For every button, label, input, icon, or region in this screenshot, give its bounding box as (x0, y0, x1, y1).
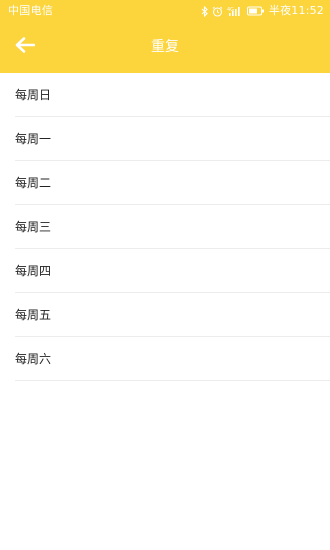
status-time: 半夜11:52 (268, 4, 324, 17)
status-icons: 4G 半夜11:52 (201, 0, 324, 22)
battery-icon (246, 0, 265, 22)
list-item[interactable]: 每周六 (0, 337, 330, 381)
divider (15, 380, 330, 381)
repeat-day-list: 每周日每周一每周二每周三每周四每周五每周六 (0, 73, 330, 381)
list-item-label: 每周四 (15, 264, 52, 278)
alarm-icon (212, 0, 223, 22)
bluetooth-icon (201, 0, 208, 22)
list-item-label: 每周三 (15, 220, 52, 234)
page-title: 重复 (151, 39, 179, 55)
list-item[interactable]: 每周日 (0, 73, 330, 117)
carrier-name: 中国电信 (8, 4, 54, 17)
app-header: 中国电信 4G 半夜11:52 重复 (0, 0, 330, 73)
list-item[interactable]: 每周二 (0, 161, 330, 205)
list-item[interactable]: 每周一 (0, 117, 330, 161)
list-item-label: 每周一 (15, 132, 52, 146)
list-item-label: 每周五 (15, 308, 52, 322)
list-item[interactable]: 每周五 (0, 293, 330, 337)
list-item-label: 每周二 (15, 176, 52, 190)
list-item[interactable]: 每周四 (0, 249, 330, 293)
list-item[interactable]: 每周三 (0, 205, 330, 249)
list-item-label: 每周日 (15, 88, 52, 102)
toolbar: 重复 (0, 22, 330, 73)
list-item-label: 每周六 (15, 352, 52, 366)
signal-icon: 4G (227, 0, 243, 22)
status-bar: 中国电信 4G 半夜11:52 (0, 0, 330, 22)
